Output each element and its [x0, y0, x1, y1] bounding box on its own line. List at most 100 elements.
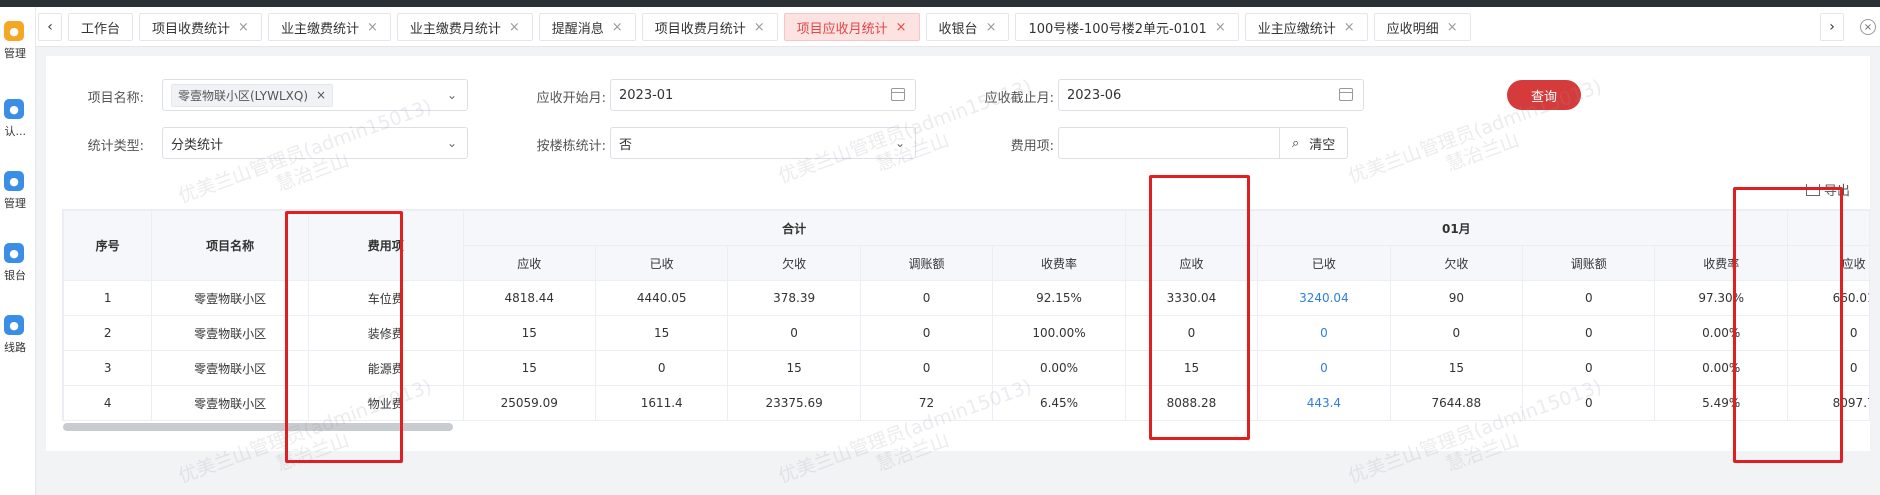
tab-close-icon[interactable]: × — [986, 20, 997, 35]
sidebar-item-label: 银台 — [4, 269, 26, 282]
start-month-field[interactable]: 2023-01 — [610, 79, 916, 111]
sub-header: 应收 — [462, 245, 596, 281]
tab-item[interactable]: 工作台 — [68, 13, 134, 41]
table-cell[interactable]: 0 — [1257, 350, 1391, 386]
table-cell: 0.00% — [992, 350, 1126, 386]
tabs-scroll-left-icon[interactable]: ‹ — [38, 13, 62, 41]
table-cell: 7644.88 — [1389, 385, 1524, 420]
tab-label: 工作台 — [81, 21, 121, 37]
tab-close-icon[interactable]: × — [238, 20, 249, 35]
stat-type-select[interactable]: 分类统计 ⌄ — [162, 127, 468, 159]
clear-button[interactable]: ⌕ 清空 — [1280, 127, 1349, 159]
tab-close-icon[interactable]: × — [754, 20, 765, 35]
table-cell: 0 — [594, 350, 729, 386]
tab-list: 工作台 项目收费统计 × 业主缴费统计 × 业主缴费月统计 × 提醒消息 × 项目收费月统计 × 项目… — [68, 13, 1471, 41]
tab-item[interactable]: 业主缴费统计 × — [267, 13, 391, 41]
tab-label: 项目应收月统计 — [796, 21, 888, 37]
table-cell: 4 — [63, 385, 153, 420]
sidebar-item-label: 认... — [4, 125, 27, 138]
clear-button-label: 清空 — [1309, 137, 1336, 153]
table-cell: 0 — [1522, 350, 1656, 386]
start-month-value: 2023-01 — [619, 87, 674, 103]
tab-close-icon[interactable]: × — [367, 20, 378, 35]
table-cell: 15 — [594, 315, 729, 351]
fee-item-input[interactable] — [1058, 127, 1280, 159]
tab-close-icon[interactable]: × — [1344, 20, 1355, 35]
sub-header: 欠收 — [727, 245, 861, 281]
table-cell: 0 — [1522, 280, 1656, 316]
table-cell[interactable]: 0 — [1257, 315, 1391, 351]
sub-header: 调账额 — [1522, 245, 1656, 281]
app-top-bar — [0, 0, 1880, 7]
tabs-scroll-right-icon[interactable]: › — [1820, 13, 1844, 41]
project-name-label: 项目名称: — [87, 91, 144, 106]
table-cell: 0 — [1522, 385, 1656, 420]
tab-item[interactable]: 业主缴费月统计 × — [396, 13, 533, 41]
table-cell[interactable]: 3240.04 — [1257, 280, 1391, 316]
tab-label: 提醒消息 — [551, 21, 604, 37]
sub-header: 已收 — [594, 245, 729, 281]
table-cell: 15 — [462, 315, 596, 351]
tab-close-icon[interactable]: × — [1447, 20, 1458, 35]
sub-header: 收费率 — [992, 245, 1126, 281]
table-cell: 23375.69 — [727, 385, 861, 420]
tab-label: 收银台 — [938, 21, 978, 37]
by-building-select[interactable]: 否 ⌄ — [610, 127, 916, 159]
table-cell: 0 — [859, 350, 994, 386]
table-cell: 90 — [1389, 280, 1524, 316]
table-cell: 15 — [1389, 350, 1524, 386]
tab-close-icon[interactable]: × — [509, 20, 520, 35]
fee-item-label: 费用项: — [1010, 139, 1054, 154]
stat-type-label: 统计类型: — [87, 139, 144, 154]
end-month-label: 应收截止月: — [984, 91, 1054, 106]
sidebar-item[interactable]: ● 银台 — [0, 243, 35, 283]
tab-label: 项目收费月统计 — [654, 21, 746, 37]
tab-close-icon[interactable]: × — [896, 20, 907, 35]
manage-icon: ● — [4, 171, 24, 191]
chip-remove-icon[interactable]: × — [316, 88, 326, 102]
sidebar-item-label: 管理 — [4, 197, 26, 210]
table-cell: 4818.44 — [462, 280, 596, 316]
project-select[interactable]: 零壹物联小区(LYWLXQ) × ⌄ — [162, 79, 468, 111]
table-cell: 15 — [727, 350, 861, 386]
tab-close-icon[interactable]: × — [1215, 20, 1226, 35]
query-button[interactable]: 查询 — [1507, 80, 1581, 110]
table-cell: 92.15% — [992, 280, 1126, 316]
table-cell: 4440.05 — [594, 280, 729, 316]
table-cell: 378.39 — [727, 280, 861, 316]
table-cell: 15 — [462, 350, 596, 386]
tab-item[interactable]: 项目收费月统计 × — [641, 13, 778, 41]
tab-label: 应收明细 — [1386, 21, 1439, 37]
sidebar-item-label: 管理 — [4, 47, 26, 60]
tab-item[interactable]: 提醒消息 × — [538, 13, 636, 41]
tab-item[interactable]: 100号楼-100号楼2单元-0101 × — [1015, 13, 1239, 41]
check-icon: ● — [4, 99, 24, 119]
table-cell: 0 — [727, 315, 861, 351]
sidebar-item[interactable]: ● 管理 — [0, 171, 35, 211]
cashier-icon: ● — [4, 243, 24, 263]
table-cell: 1611.4 — [594, 385, 729, 420]
table-cell: 1 — [63, 280, 153, 316]
tab-item[interactable]: 收银台 × — [925, 13, 1010, 41]
close-all-icon[interactable]: × — [1860, 19, 1876, 35]
annotation-box-fee-item — [285, 211, 403, 463]
tab-label: 业主缴费月统计 — [409, 21, 501, 37]
tab-item[interactable]: 业主应缴统计 × — [1244, 13, 1368, 41]
tab-item[interactable]: 项目应收月统计 × — [783, 13, 920, 41]
tab-item[interactable]: 应收明细 × — [1373, 13, 1471, 41]
stat-type-value: 分类统计 — [171, 137, 224, 153]
sidebar-item[interactable]: ● 管理 — [0, 21, 35, 61]
tab-item[interactable]: 项目收费统计 × — [139, 13, 262, 41]
table-cell[interactable]: 443.4 — [1257, 385, 1391, 420]
chevron-down-icon: ⌄ — [446, 88, 457, 102]
tab-label: 业主应缴统计 — [1257, 21, 1336, 37]
chevron-down-icon: ⌄ — [446, 136, 457, 150]
end-month-field[interactable]: 2023-06 — [1058, 79, 1364, 111]
sub-header: 调账额 — [859, 245, 994, 281]
tab-label: 项目收费统计 — [152, 21, 231, 37]
table-cell: 3 — [63, 350, 153, 386]
sidebar-item[interactable]: ● 线路 — [0, 315, 35, 355]
tab-label: 业主缴费统计 — [280, 21, 359, 37]
sidebar-item[interactable]: ● 认... — [0, 99, 35, 139]
tab-close-icon[interactable]: × — [612, 20, 623, 35]
